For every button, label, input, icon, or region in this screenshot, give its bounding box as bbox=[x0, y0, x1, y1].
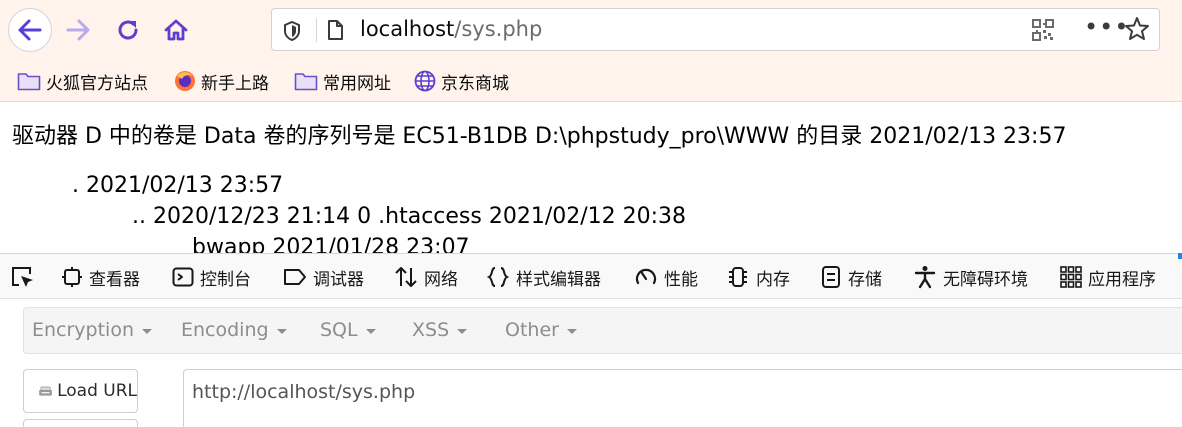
hackbar-url-input[interactable]: http://localhost/sys.php bbox=[183, 369, 1182, 427]
element-picker-button[interactable] bbox=[10, 264, 42, 290]
bookmarks-toolbar: 火狐官方站点 新手上路 常用网址 京东商城 bbox=[0, 62, 1182, 102]
tab-application[interactable]: 应用程序 bbox=[1060, 264, 1156, 290]
tab-label: 性能 bbox=[664, 269, 698, 290]
memory-icon bbox=[729, 267, 747, 287]
tab-label: 应用程序 bbox=[1088, 269, 1156, 290]
caret-down-icon bbox=[365, 328, 376, 334]
menu-label: Encryption bbox=[32, 319, 135, 341]
bookmark-item[interactable]: 新手上路 bbox=[174, 69, 269, 94]
tab-performance[interactable]: 性能 bbox=[634, 264, 698, 290]
home-button[interactable] bbox=[154, 8, 198, 52]
gauge-icon bbox=[635, 268, 657, 285]
qr-code-icon[interactable] bbox=[1032, 19, 1054, 41]
page-actions-icon[interactable]: ••• bbox=[1084, 13, 1129, 41]
load-url-button[interactable]: Load URL bbox=[23, 369, 138, 413]
home-icon bbox=[164, 19, 188, 41]
tab-memory[interactable]: 内存 bbox=[726, 264, 790, 290]
forward-button[interactable] bbox=[56, 8, 100, 52]
menu-sql[interactable]: SQL bbox=[320, 319, 376, 341]
globe-icon bbox=[414, 70, 436, 92]
firefox-icon bbox=[175, 71, 195, 91]
element-picker-icon bbox=[12, 267, 33, 287]
bookmark-label: 常用网址 bbox=[323, 73, 391, 94]
tab-inspector[interactable]: 查看器 bbox=[61, 264, 140, 290]
tab-network[interactable]: 网络 bbox=[394, 264, 458, 290]
bookmark-item[interactable]: 火狐官方站点 bbox=[17, 69, 148, 94]
url-text[interactable]: localhost/sys.php bbox=[360, 17, 542, 41]
panel-edge-accent bbox=[1178, 253, 1182, 259]
tab-label: 样式编辑器 bbox=[516, 269, 601, 290]
folder-icon bbox=[17, 73, 41, 91]
tab-debugger[interactable]: 调试器 bbox=[283, 264, 364, 290]
reload-icon bbox=[118, 20, 138, 40]
tab-style-editor[interactable]: 样式编辑器 bbox=[486, 264, 601, 290]
directory-entry-text: bwapp 2021/01/28 23:07 bbox=[192, 235, 470, 253]
hackbar-menu: Encryption Encoding SQL XSS Other bbox=[23, 307, 1182, 354]
address-separator bbox=[316, 18, 317, 42]
tab-storage[interactable]: 存储 bbox=[820, 264, 882, 290]
caret-down-icon bbox=[457, 328, 468, 334]
menu-encryption[interactable]: Encryption bbox=[32, 319, 153, 341]
storage-icon bbox=[822, 266, 840, 288]
bookmark-label: 新手上路 bbox=[201, 73, 269, 94]
menu-label: SQL bbox=[320, 319, 358, 341]
menu-xss[interactable]: XSS bbox=[412, 319, 468, 341]
tab-label: 存储 bbox=[848, 269, 882, 290]
bookmark-label: 火狐官方站点 bbox=[46, 73, 148, 94]
bookmark-item[interactable]: 常用网址 bbox=[294, 69, 391, 94]
url-path: /sys.php bbox=[454, 17, 543, 41]
caret-down-icon bbox=[276, 328, 287, 334]
console-icon bbox=[172, 267, 194, 287]
accessibility-icon bbox=[914, 266, 936, 289]
caret-down-icon bbox=[142, 328, 153, 334]
page-content: 驱动器 D 中的卷是 Data 卷的序列号是 EC51-B1DB D:\phps… bbox=[0, 103, 1182, 253]
tab-label: 控制台 bbox=[200, 269, 251, 290]
arrow-left-icon bbox=[18, 19, 42, 41]
hackbar-panel: Encryption Encoding SQL XSS Other Load U… bbox=[0, 299, 1182, 427]
braces-icon bbox=[486, 267, 510, 287]
url-host: localhost bbox=[360, 17, 455, 41]
menu-label: Other bbox=[505, 319, 559, 341]
network-icon bbox=[395, 267, 417, 287]
reload-button[interactable] bbox=[106, 8, 150, 52]
debugger-icon bbox=[284, 269, 306, 285]
grid-icon bbox=[1060, 266, 1082, 288]
menu-other[interactable]: Other bbox=[505, 319, 577, 341]
browser-toolbar: localhost/sys.php ••• bbox=[0, 0, 1182, 62]
tab-accessibility[interactable]: 无障碍环境 bbox=[913, 264, 1028, 290]
shield-icon[interactable] bbox=[282, 20, 302, 42]
caret-down-icon bbox=[566, 328, 577, 334]
menu-encoding[interactable]: Encoding bbox=[181, 319, 287, 341]
directory-entry-text: . 2021/02/13 23:57 bbox=[72, 173, 284, 198]
bookmark-item[interactable]: 京东商城 bbox=[414, 69, 509, 94]
tab-label: 内存 bbox=[756, 269, 790, 290]
folder-icon bbox=[294, 73, 318, 91]
bookmark-label: 京东商城 bbox=[441, 73, 509, 94]
tab-console[interactable]: 控制台 bbox=[172, 264, 251, 290]
load-url-label: Load URL bbox=[57, 381, 137, 401]
bookmark-star-icon[interactable] bbox=[1124, 16, 1150, 42]
directory-header-text: 驱动器 D 中的卷是 Data 卷的序列号是 EC51-B1DB D:\phps… bbox=[12, 124, 1067, 149]
directory-entry-text: .. 2020/12/23 21:14 0 .htaccess 2021/02/… bbox=[132, 204, 687, 229]
menu-label: XSS bbox=[412, 319, 450, 341]
back-button[interactable] bbox=[8, 8, 52, 52]
address-bar[interactable]: localhost/sys.php ••• bbox=[271, 8, 1160, 51]
menu-label: Encoding bbox=[181, 319, 269, 341]
load-url-icon bbox=[39, 386, 52, 396]
inspector-icon bbox=[62, 267, 82, 287]
tab-label: 无障碍环境 bbox=[943, 269, 1028, 290]
tab-label: 网络 bbox=[424, 269, 458, 290]
tab-label: 调试器 bbox=[313, 269, 364, 290]
tab-label: 查看器 bbox=[89, 269, 140, 290]
split-url-button[interactable] bbox=[23, 419, 138, 427]
devtools-tabbar: 查看器 控制台 调试器 网络 样式编辑器 性能 内存 存储 无障碍环境 应用程序 bbox=[0, 253, 1182, 299]
page-icon[interactable] bbox=[326, 19, 344, 41]
arrow-right-icon bbox=[66, 19, 90, 41]
